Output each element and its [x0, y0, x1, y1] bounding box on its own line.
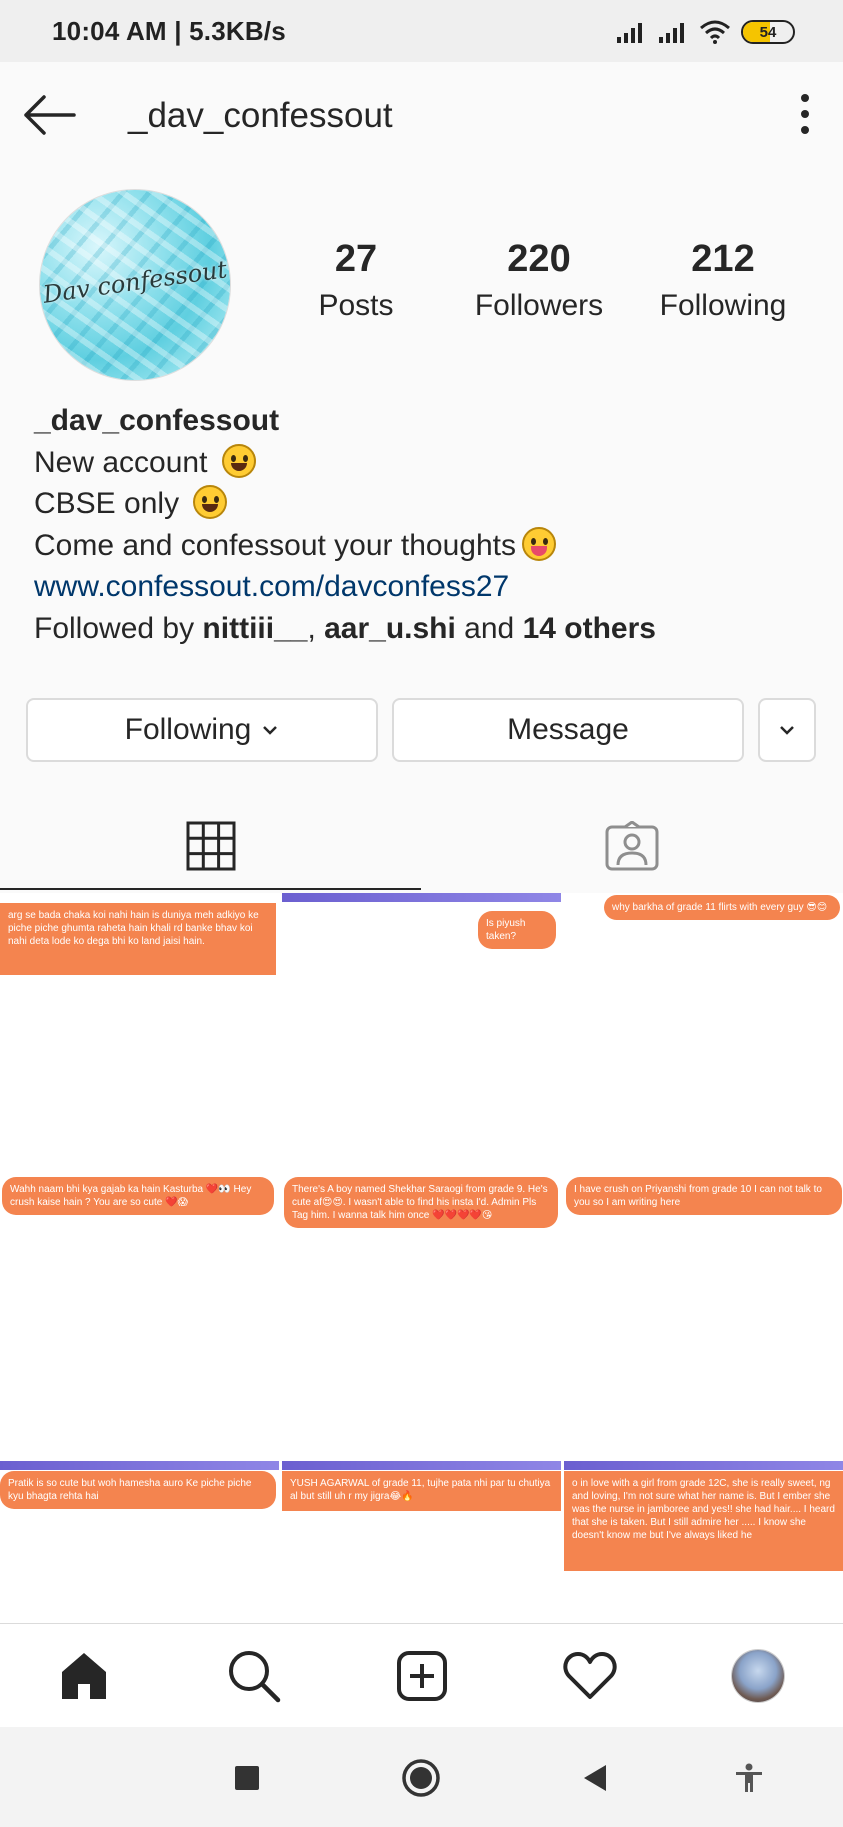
- recents-button[interactable]: [224, 1755, 270, 1801]
- wifi-icon: [700, 20, 730, 44]
- followed-sep: ,: [307, 611, 325, 645]
- followed-user-1[interactable]: nittiii__: [202, 612, 307, 645]
- profile-bio: _dav_confessout New account CBSE only Co…: [34, 400, 814, 649]
- profile-header: _dav_confessout: [0, 62, 843, 168]
- battery-level: 54: [759, 23, 777, 41]
- accessibility-icon: [736, 1763, 762, 1792]
- tab-tagged[interactable]: [421, 800, 843, 892]
- posts-count: 27: [334, 238, 378, 280]
- nav-home[interactable]: [56, 1648, 112, 1704]
- following-button[interactable]: Following: [26, 698, 378, 762]
- followed-and: and: [455, 611, 523, 645]
- active-tab-indicator: [0, 888, 421, 890]
- search-icon: [229, 1651, 281, 1703]
- circle-home-icon: [402, 1759, 440, 1797]
- followers-label: Followers: [474, 289, 604, 322]
- suggestions-button[interactable]: [758, 698, 816, 762]
- page-title: _dav_confessout: [128, 96, 393, 135]
- posts-label: Posts: [318, 289, 394, 322]
- signal-icon: [617, 23, 642, 43]
- home-system-button[interactable]: [398, 1755, 444, 1801]
- smiley-emoji-icon: [221, 443, 256, 478]
- nav-add-post[interactable]: [394, 1648, 450, 1704]
- post-bubble: Is piyush taken?: [478, 911, 556, 949]
- following-count: 212: [691, 238, 755, 280]
- bio-line-3: Come and confessout your thoughts: [34, 525, 814, 567]
- followed-others[interactable]: 14 others: [523, 612, 656, 645]
- post-bubble: Wahh naam bhi kya gajab ka hain Kasturba…: [2, 1177, 274, 1215]
- more-options-icon[interactable]: [785, 88, 825, 140]
- bio-line-1: New account: [34, 442, 814, 484]
- tongue-emoji-icon: [521, 526, 556, 561]
- home-icon: [62, 1653, 106, 1699]
- post-bubble: o in love with a girl from grade 12C, sh…: [564, 1471, 843, 1571]
- chevron-down-icon: [780, 726, 794, 735]
- activity-heart-icon: [563, 1652, 617, 1699]
- followed-by[interactable]: Followed by nittiii__, aar_u.shi and 14 …: [34, 608, 814, 650]
- battery-icon: 54: [741, 20, 795, 44]
- status-icons: 54: [615, 20, 795, 44]
- post-tile[interactable]: Is piyush taken?: [282, 893, 561, 1173]
- status-time: 10:04 AM | 5.3KB/s: [52, 15, 286, 46]
- post-bubble: Pratik is so cute but woh hamesha auro K…: [0, 1471, 276, 1509]
- bio-line-2: CBSE only: [34, 483, 814, 525]
- bottom-nav: [0, 1623, 843, 1727]
- chevron-down-icon: [263, 726, 278, 735]
- post-bubble: arg se bada chaka koi nahi hain is duniy…: [0, 903, 276, 975]
- nav-profile[interactable]: [730, 1648, 786, 1704]
- status-bar: 10:04 AM | 5.3KB/s 54: [0, 0, 843, 62]
- followers-stat[interactable]: 220 Followers: [464, 238, 614, 323]
- grid-icon: [186, 821, 235, 871]
- winking-emoji-icon: [193, 485, 228, 519]
- tagged-person-icon: [605, 821, 659, 871]
- profile-avatar: [732, 1650, 784, 1702]
- post-tile[interactable]: o in love with a girl from grade 12C, sh…: [564, 1461, 843, 1623]
- post-tile[interactable]: Wahh naam bhi kya gajab ka hain Kasturba…: [0, 1177, 279, 1457]
- avatar[interactable]: Dav confessout: [40, 190, 230, 380]
- message-button[interactable]: Message: [392, 698, 744, 762]
- tab-grid[interactable]: [0, 800, 421, 892]
- post-bubble: I have crush on Priyanshi from grade 10 …: [566, 1177, 842, 1215]
- post-bubble: YUSH AGARWAL of grade 11, tujhe pata nhi…: [282, 1471, 561, 1511]
- bio-link[interactable]: www.confessout.com/davconfess27: [34, 566, 814, 608]
- following-button-label: Following: [124, 713, 252, 746]
- bio-line-2-text: CBSE only: [34, 487, 180, 520]
- nav-activity[interactable]: [562, 1648, 618, 1704]
- back-arrow-icon[interactable]: [22, 92, 78, 138]
- posts-stat[interactable]: 27 Posts: [300, 238, 412, 323]
- post-tile[interactable]: There's A boy named Shekhar Saraogi from…: [282, 1177, 561, 1457]
- post-tile[interactable]: why barkha of grade 11 flirts with every…: [564, 893, 843, 1173]
- triangle-back-icon: [584, 1765, 606, 1791]
- post-bubble: why barkha of grade 11 flirts with every…: [604, 895, 840, 920]
- bio-line-1-text: New account: [34, 445, 208, 479]
- profile-name: _dav_confessout: [34, 404, 280, 437]
- post-tile[interactable]: arg se bada chaka koi nahi hain is duniy…: [0, 893, 279, 1173]
- followed-by-prefix: Followed by: [34, 611, 203, 645]
- nav-search[interactable]: [226, 1648, 282, 1704]
- system-nav-bar: [0, 1727, 843, 1827]
- followed-user-2[interactable]: aar_u.shi: [324, 612, 456, 645]
- following-stat[interactable]: 212 Following: [652, 238, 794, 323]
- post-tile[interactable]: I have crush on Priyanshi from grade 10 …: [564, 1177, 843, 1457]
- posts-grid: arg se bada chaka koi nahi hain is duniy…: [0, 893, 843, 1623]
- message-button-label: Message: [507, 713, 629, 746]
- followers-count: 220: [507, 238, 571, 280]
- post-bubble: There's A boy named Shekhar Saraogi from…: [284, 1177, 558, 1228]
- post-tile[interactable]: Pratik is so cute but woh hamesha auro K…: [0, 1461, 279, 1623]
- add-post-icon: [397, 1651, 447, 1701]
- signal-icon-2: [659, 23, 684, 43]
- bio-line-3-text: Come and confessout your thoughts: [34, 528, 516, 562]
- back-system-button[interactable]: [572, 1755, 618, 1801]
- square-icon: [235, 1766, 259, 1790]
- accessibility-button[interactable]: [726, 1755, 772, 1801]
- following-label: Following: [659, 289, 787, 322]
- post-tile[interactable]: YUSH AGARWAL of grade 11, tujhe pata nhi…: [282, 1461, 561, 1623]
